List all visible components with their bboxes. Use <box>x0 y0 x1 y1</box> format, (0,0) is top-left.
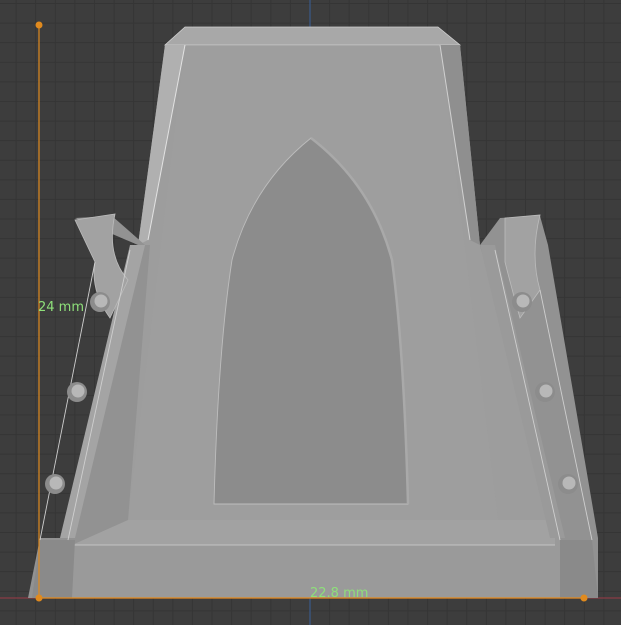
measurement-height[interactable] <box>35 21 43 602</box>
rivet <box>539 384 553 398</box>
rivet <box>71 384 85 398</box>
width-measure-end-point[interactable] <box>580 594 588 602</box>
rivet <box>49 476 63 490</box>
right-buttress-side <box>560 540 598 598</box>
rivet <box>94 294 108 308</box>
height-measure-start-point[interactable] <box>35 21 43 29</box>
model-top-chamfer <box>163 26 462 46</box>
model-mesh[interactable] <box>28 26 598 598</box>
model-base-top-edge <box>72 520 555 545</box>
rivet <box>562 476 576 490</box>
model-base-block <box>72 538 560 598</box>
viewport-canvas[interactable] <box>0 0 621 625</box>
rivet <box>516 294 530 308</box>
3d-viewport[interactable]: 24 mm 22.8 mm <box>0 0 621 625</box>
